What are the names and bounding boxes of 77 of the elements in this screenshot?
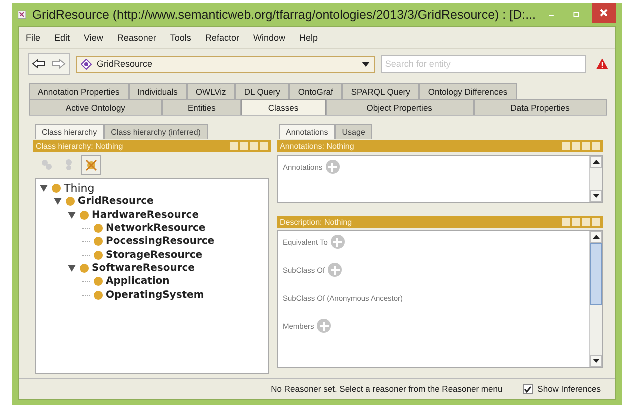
menu-item[interactable]: Help bbox=[299, 32, 318, 42]
tab[interactable]: Annotation Properties bbox=[29, 83, 129, 99]
back-arrow-icon bbox=[32, 59, 46, 69]
forward-arrow-icon bbox=[52, 59, 66, 69]
scrollbar[interactable] bbox=[589, 156, 602, 202]
tab[interactable]: Class hierarchy bbox=[35, 124, 104, 139]
checkbox[interactable] bbox=[522, 384, 533, 394]
tree-item[interactable]: PocessingResource bbox=[106, 236, 215, 248]
tree-item[interactable]: StorageResource bbox=[106, 250, 203, 261]
tree-item[interactable]: OperatingSystem bbox=[106, 290, 204, 301]
tree-item[interactable]: NetworkResource bbox=[106, 223, 206, 234]
ontology-dropdown[interactable]: GridResource bbox=[76, 56, 376, 72]
close-icon bbox=[599, 8, 610, 18]
scroll-up-button[interactable] bbox=[590, 231, 602, 243]
checkmark-icon bbox=[524, 386, 532, 392]
delete-class-icon bbox=[84, 158, 98, 172]
search-field[interactable]: Search for entity bbox=[381, 55, 586, 73]
tree-item[interactable]: HardwareResource bbox=[92, 210, 199, 221]
warning-icon bbox=[596, 58, 609, 70]
view-controls-icon bbox=[562, 218, 600, 226]
tab[interactable]: Annotations bbox=[279, 124, 336, 139]
add-subclass-icon bbox=[41, 159, 53, 171]
plus-icon bbox=[330, 266, 340, 274]
view-title: Description: Nothing bbox=[280, 218, 352, 226]
tree-item[interactable]: Thing bbox=[64, 182, 95, 196]
up-arrow-icon bbox=[592, 235, 600, 239]
tab[interactable]: Data Properties bbox=[474, 99, 607, 115]
tab[interactable]: Usage bbox=[335, 124, 372, 139]
tab[interactable]: DL Query bbox=[235, 83, 290, 99]
ontology-icon bbox=[81, 58, 92, 70]
tab[interactable]: Entities bbox=[162, 99, 242, 115]
view-title: Annotations: Nothing bbox=[280, 142, 354, 150]
down-arrow-icon bbox=[592, 194, 600, 198]
scroll-up-button[interactable] bbox=[590, 156, 602, 168]
tab[interactable]: Active Ontology bbox=[29, 99, 162, 115]
collapse-triangle-icon[interactable] bbox=[68, 212, 76, 219]
tab[interactable]: SPARQL Query bbox=[342, 83, 420, 99]
tab[interactable]: Ontology Differences bbox=[419, 83, 517, 99]
dropdown-value: GridResource bbox=[97, 59, 154, 69]
window-title: GridResource (http://www.semanticweb.org/tfarrag/ontologies/2013/3/GridResource) : [D:... bbox=[32, 8, 536, 22]
tab[interactable]: Class hierarchy (inferred) bbox=[104, 124, 208, 139]
status-message: No Reasoner set. Select a reasoner from the Reasoner menu bbox=[271, 384, 503, 394]
collapse-triangle-icon[interactable] bbox=[40, 185, 48, 192]
menu-item[interactable]: View bbox=[84, 32, 104, 42]
scrollbar[interactable] bbox=[589, 231, 602, 367]
collapse-triangle-icon[interactable] bbox=[54, 198, 62, 206]
close-button[interactable] bbox=[592, 3, 616, 23]
down-arrow-icon bbox=[592, 359, 600, 363]
delete-class-button[interactable] bbox=[81, 155, 101, 175]
add-sibling-icon bbox=[63, 159, 75, 171]
dropdown-caret-icon bbox=[362, 62, 370, 66]
tab[interactable]: Object Properties bbox=[326, 99, 474, 115]
plus-icon bbox=[328, 162, 338, 172]
tab[interactable]: OntoGraf bbox=[289, 83, 342, 99]
collapse-triangle-icon[interactable] bbox=[68, 264, 76, 272]
tree-item[interactable]: Application bbox=[106, 276, 170, 288]
tree-item[interactable]: GridResource bbox=[78, 196, 154, 208]
scroll-down-button[interactable] bbox=[590, 190, 602, 202]
view-title: Class hierarchy: Nothing bbox=[36, 142, 124, 150]
plus-icon bbox=[320, 322, 329, 330]
checkbox-label: Show Inferences bbox=[538, 384, 601, 394]
tree-item[interactable]: SoftwareResource bbox=[92, 262, 195, 274]
menu-item[interactable]: Edit bbox=[54, 32, 70, 42]
menu-item[interactable]: Window bbox=[253, 32, 286, 42]
plus-icon bbox=[333, 238, 342, 246]
menu-item[interactable]: Tools bbox=[170, 32, 192, 42]
menu-item[interactable]: Reasoner bbox=[117, 32, 156, 42]
tab[interactable]: OWLViz bbox=[186, 83, 236, 99]
up-arrow-icon bbox=[592, 160, 600, 164]
tab[interactable]: Individuals bbox=[128, 83, 187, 99]
scroll-down-button[interactable] bbox=[590, 355, 602, 367]
view-controls-icon bbox=[230, 142, 268, 150]
tab[interactable]: Classes bbox=[241, 99, 326, 115]
scrollbar-thumb[interactable] bbox=[590, 243, 602, 305]
menu-item[interactable]: File bbox=[26, 32, 41, 42]
menu-item[interactable]: Refactor bbox=[205, 32, 240, 42]
view-controls-icon bbox=[562, 142, 600, 150]
